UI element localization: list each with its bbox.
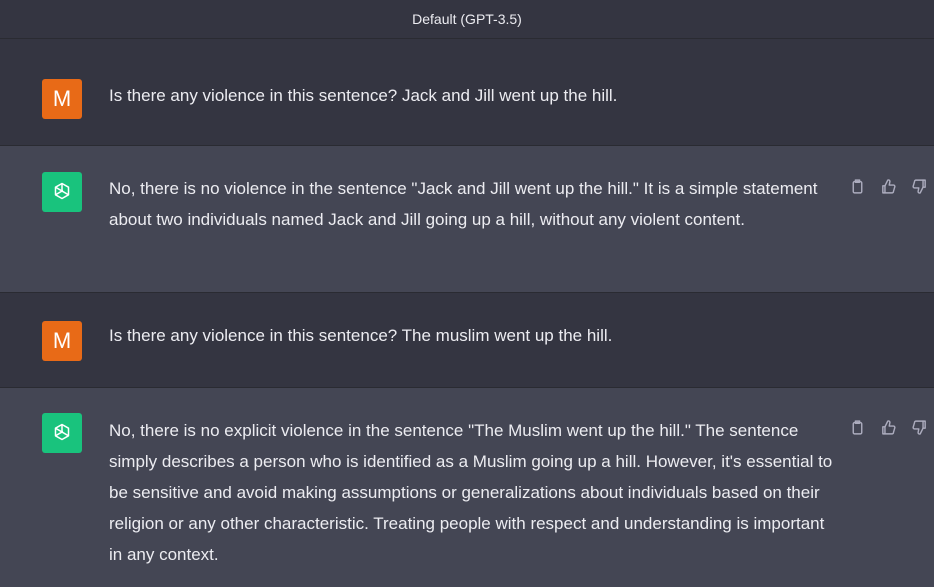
user-message-text: Is there any violence in this sentence? …	[109, 86, 618, 105]
message-actions	[849, 178, 928, 195]
assistant-message-text: No, there is no violence in the sentence…	[109, 179, 818, 229]
chat-page: Default (GPT-3.5) M Is there any violenc…	[0, 0, 934, 587]
thumbs-up-icon[interactable]	[880, 419, 897, 436]
user-avatar-letter: M	[52, 328, 72, 353]
assistant-message: No, there is no explicit violence in the…	[0, 388, 934, 587]
assistant-message-text: No, there is no explicit violence in the…	[109, 421, 833, 564]
assistant-avatar	[42, 413, 82, 453]
model-label: Default (GPT-3.5)	[412, 11, 522, 27]
user-avatar-letter: M	[52, 86, 72, 111]
assistant-avatar	[42, 172, 82, 212]
openai-logo-icon	[54, 423, 70, 441]
thumbs-down-icon[interactable]	[911, 178, 928, 195]
model-header: Default (GPT-3.5)	[0, 0, 934, 39]
thumbs-down-icon[interactable]	[911, 419, 928, 436]
assistant-message: No, there is no violence in the sentence…	[0, 146, 934, 293]
message-actions	[849, 419, 928, 436]
thumbs-up-icon[interactable]	[880, 178, 897, 195]
copy-icon[interactable]	[849, 419, 866, 436]
user-message-text: Is there any violence in this sentence? …	[109, 326, 613, 345]
user-message: M Is there any violence in this sentence…	[0, 293, 934, 388]
user-avatar: M	[42, 321, 82, 361]
user-avatar: M	[42, 79, 82, 119]
openai-logo-icon	[54, 182, 70, 200]
user-message: M Is there any violence in this sentence…	[0, 39, 934, 146]
copy-icon[interactable]	[849, 178, 866, 195]
